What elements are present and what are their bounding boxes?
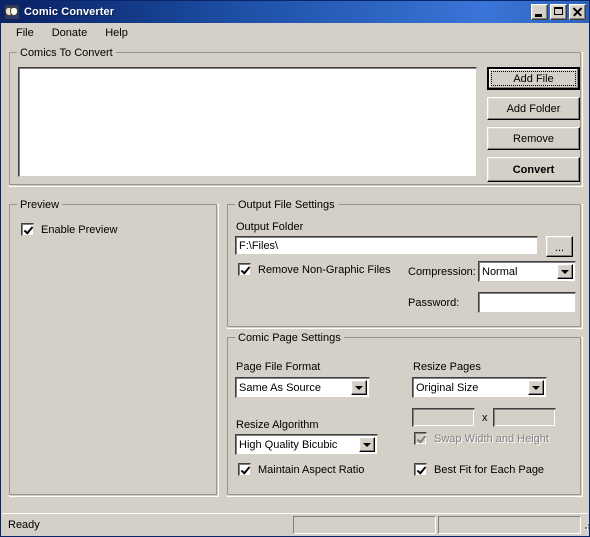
- comics-list[interactable]: [18, 67, 477, 177]
- compression-label: Compression:: [408, 266, 476, 278]
- compression-value: Normal: [482, 265, 518, 278]
- resize-pages-value: Original Size: [416, 381, 479, 394]
- output-file-settings-group: Output File Settings Output Folder F:\Fi…: [227, 199, 583, 329]
- resize-pages-select[interactable]: Original Size: [412, 377, 547, 398]
- window-controls: [531, 4, 587, 20]
- remove-label: Remove: [513, 132, 554, 145]
- password-label: Password:: [408, 297, 460, 309]
- add-folder-button[interactable]: Add Folder: [487, 97, 580, 120]
- page-file-format-value: Same As Source: [239, 381, 321, 394]
- chevron-down-icon[interactable]: [557, 264, 573, 279]
- comic-page-settings-label: Comic Page Settings: [235, 332, 344, 344]
- title-bar: Comic Converter: [1, 1, 589, 23]
- dimension-separator: x: [482, 412, 488, 424]
- convert-label: Convert: [512, 163, 555, 176]
- minimize-button[interactable]: [531, 4, 548, 20]
- theater-masks-icon: [4, 4, 20, 20]
- resize-grip-icon[interactable]: [582, 518, 589, 532]
- swap-width-and-height-checkbox[interactable]: Swap Width and Height: [414, 432, 549, 445]
- resize-algorithm-label: Resize Algorithm: [236, 419, 319, 431]
- best-fit-for-each-page-label: Best Fit for Each Page: [434, 463, 545, 476]
- menu-bar: File Donate Help: [1, 23, 589, 44]
- output-folder-input[interactable]: F:\Files\: [235, 236, 538, 255]
- add-folder-label: Add Folder: [506, 102, 561, 115]
- menu-item-file[interactable]: File: [7, 25, 43, 41]
- checkbox-box: [238, 463, 251, 476]
- status-bar: Ready: [2, 513, 589, 535]
- preview-label: Preview: [17, 199, 63, 211]
- maximize-button[interactable]: [550, 4, 567, 20]
- password-input[interactable]: [478, 292, 576, 313]
- remove-non-graphic-files-checkbox[interactable]: Remove Non-Graphic Files: [238, 263, 391, 276]
- output-folder-label: Output Folder: [236, 221, 304, 233]
- menu-item-donate[interactable]: Donate: [43, 25, 96, 41]
- maximize-icon: [554, 7, 563, 15]
- minimize-icon: [535, 14, 542, 17]
- resize-height-input[interactable]: [493, 408, 556, 427]
- checkbox-box: [414, 463, 427, 476]
- remove-button[interactable]: Remove: [487, 127, 580, 150]
- comic-page-settings-group: Comic Page Settings Page File Format Sam…: [227, 332, 583, 497]
- compression-select[interactable]: Normal: [478, 261, 576, 282]
- resize-algorithm-value: High Quality Bicubic: [239, 438, 338, 451]
- status-pane-2: [293, 515, 436, 534]
- window-title: Comic Converter: [24, 6, 115, 18]
- enable-preview-checkbox[interactable]: Enable Preview: [21, 223, 117, 236]
- output-file-settings-label: Output File Settings: [235, 199, 338, 211]
- preview-group: Preview Enable Preview: [9, 199, 219, 497]
- comics-to-convert-label: Comics To Convert: [17, 47, 116, 59]
- page-file-format-label: Page File Format: [236, 361, 321, 373]
- status-pane-3: [438, 515, 581, 534]
- remove-non-graphic-files-label: Remove Non-Graphic Files: [258, 263, 391, 276]
- preview-canvas: [13, 243, 215, 493]
- resize-width-input[interactable]: [412, 408, 475, 427]
- swap-width-and-height-label: Swap Width and Height: [434, 432, 549, 445]
- resize-algorithm-select[interactable]: High Quality Bicubic: [235, 434, 378, 455]
- browse-label: ...: [554, 242, 565, 254]
- menu-item-help[interactable]: Help: [96, 25, 137, 41]
- checkbox-box: [238, 263, 251, 276]
- add-file-label: Add File: [513, 72, 554, 85]
- enable-preview-label: Enable Preview: [41, 223, 118, 236]
- chevron-down-icon[interactable]: [528, 380, 544, 395]
- chevron-down-icon[interactable]: [359, 437, 375, 452]
- close-button[interactable]: [569, 4, 586, 20]
- maintain-aspect-ratio-checkbox[interactable]: Maintain Aspect Ratio: [238, 463, 364, 476]
- checkbox-box: [414, 432, 427, 445]
- browse-output-folder-button[interactable]: ...: [546, 236, 573, 257]
- status-message: Ready: [8, 518, 40, 531]
- best-fit-for-each-page-checkbox[interactable]: Best Fit for Each Page: [414, 463, 544, 476]
- checkbox-box: [21, 223, 34, 236]
- application-window: Comic Converter File Donate Help Comics …: [0, 0, 590, 537]
- maintain-aspect-ratio-label: Maintain Aspect Ratio: [258, 463, 365, 476]
- resize-pages-label: Resize Pages: [413, 361, 481, 373]
- page-file-format-select[interactable]: Same As Source: [235, 377, 370, 398]
- chevron-down-icon[interactable]: [351, 380, 367, 395]
- add-file-button[interactable]: Add File: [487, 67, 580, 90]
- client-area: Comics To Convert Add File Add Folder Re…: [2, 44, 588, 506]
- comics-to-convert-group: Comics To Convert Add File Add Folder Re…: [9, 47, 583, 187]
- convert-button[interactable]: Convert: [487, 157, 580, 182]
